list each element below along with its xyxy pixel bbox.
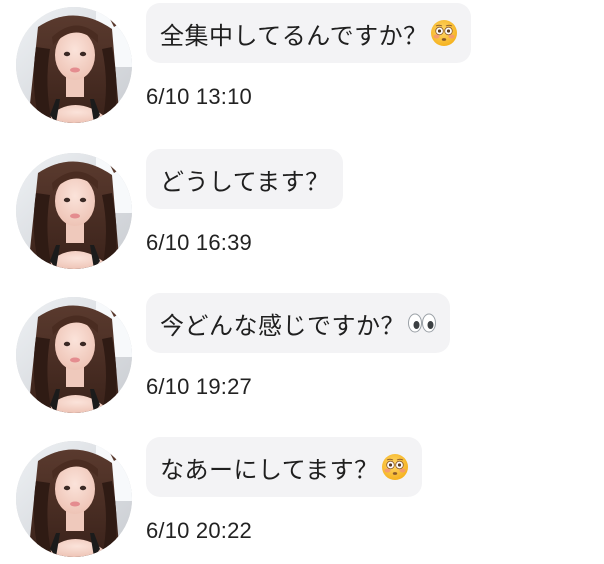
chat-thread: 全集中してるんですか？ 6/10 13:10 どうしてます？ 6/10 16:3…	[0, 0, 604, 564]
avatar[interactable]	[16, 297, 132, 413]
message-row: 今どんな感じですか？ 6/10 19:27	[0, 290, 604, 420]
message-bubble[interactable]: 今どんな感じですか？	[146, 293, 450, 353]
message-timestamp: 6/10 13:10	[146, 84, 252, 109]
message-text: 今どんな感じですか？	[160, 311, 405, 340]
message-bubble[interactable]: どうしてます？	[146, 149, 343, 209]
flushed-face-icon	[430, 19, 458, 47]
avatar[interactable]	[16, 7, 132, 123]
avatar[interactable]	[16, 441, 132, 557]
message-timestamp: 6/10 20:22	[146, 518, 252, 543]
message-text: 全集中してるんですか？	[160, 21, 428, 50]
eyes-icon	[408, 313, 436, 333]
message-text: どうしてます？	[160, 167, 330, 196]
message-timestamp: 6/10 16:39	[146, 230, 252, 255]
message-text: なあーにしてます？	[160, 455, 379, 484]
flushed-face-icon	[381, 453, 409, 481]
message-timestamp: 6/10 19:27	[146, 374, 252, 399]
message-row: どうしてます？ 6/10 16:39	[0, 146, 604, 276]
message-row: 全集中してるんですか？ 6/10 13:10	[0, 0, 604, 130]
avatar[interactable]	[16, 153, 132, 269]
message-row: なあーにしてます？ 6/10 20:22	[0, 434, 604, 564]
message-bubble[interactable]: 全集中してるんですか？	[146, 3, 471, 63]
message-bubble[interactable]: なあーにしてます？	[146, 437, 422, 497]
